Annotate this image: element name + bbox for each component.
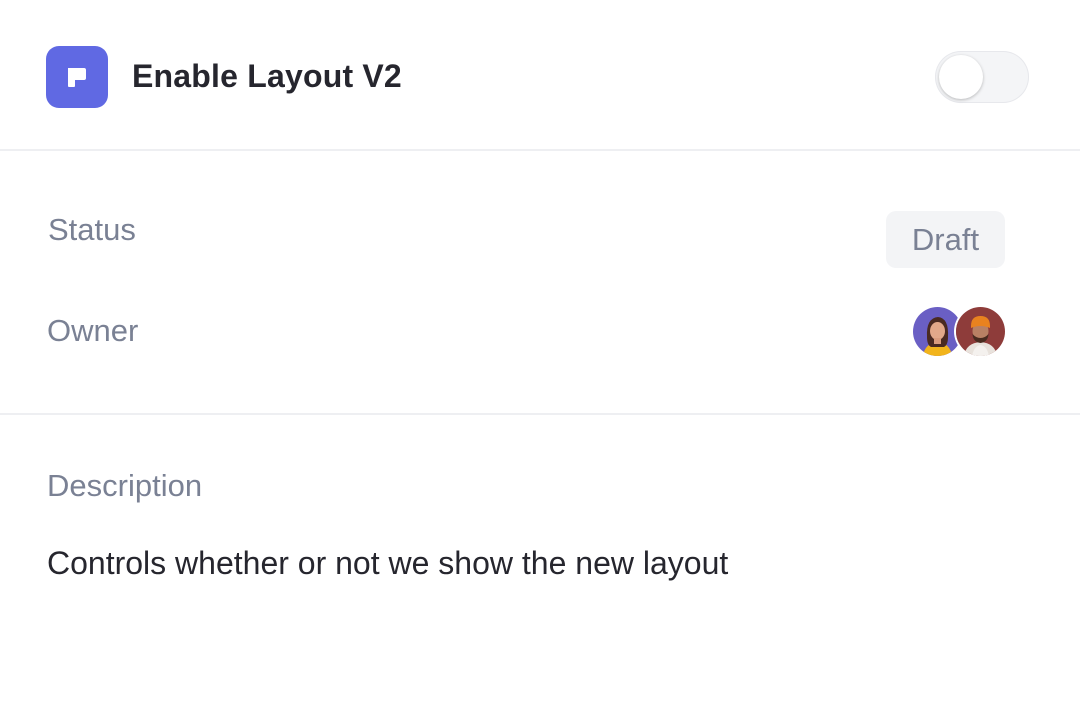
status-label: Status bbox=[48, 212, 136, 247]
owner-avatar-man[interactable] bbox=[956, 307, 1005, 356]
enable-toggle[interactable] bbox=[935, 51, 1029, 103]
owner-label: Owner bbox=[47, 313, 139, 348]
description-label: Description bbox=[47, 468, 203, 503]
flag-icon bbox=[46, 46, 108, 108]
flag-title: Enable Layout V2 bbox=[132, 58, 402, 94]
owner-avatar-woman[interactable] bbox=[913, 307, 962, 356]
description-text: Controls whether or not we show the new … bbox=[47, 545, 729, 581]
status-badge[interactable]: Draft bbox=[886, 211, 1005, 268]
flag-header: Enable Layout V2 bbox=[0, 0, 1080, 151]
section-divider bbox=[0, 413, 1080, 415]
toggle-knob[interactable] bbox=[939, 55, 983, 99]
